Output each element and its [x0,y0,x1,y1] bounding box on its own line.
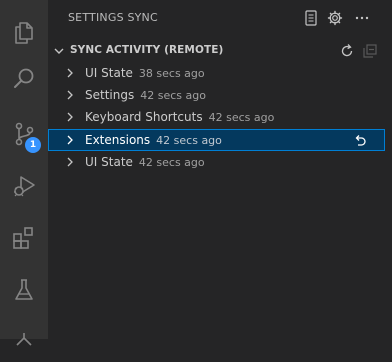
explorer-button[interactable] [0,8,48,56]
tree-item-description: 38 secs ago [138,66,205,80]
tree-item-description: 42 secs ago [140,88,206,102]
tree-item-description: 42 secs ago [208,110,275,124]
source-control-button[interactable]: 1 [0,110,48,158]
sync-activity-section-header[interactable]: SYNC ACTIVITY (REMOTE) [48,40,392,62]
extensions-icon [13,227,33,249]
chevron-right-icon [67,157,73,167]
run-debug-icon [14,176,35,197]
run-debug-button[interactable] [0,162,48,210]
collapse-all-button[interactable] [361,42,379,60]
tree-item-selected[interactable]: Extensions 42 secs ago [48,129,385,151]
tree-item[interactable]: Settings 42 secs ago [48,84,385,106]
testing-icon [15,279,33,300]
source-control-badge: 1 [25,137,41,153]
settings-sync-sidebar: SETTINGS SYNC SYNC ACTIVITY (REMOTE) UI … [48,0,392,339]
chevron-right-icon [67,90,73,100]
chevron-down-icon [54,48,64,54]
restore-icon [355,135,366,146]
settings-button[interactable] [326,9,344,27]
tree-item-label: Keyboard Shortcuts [85,110,203,124]
tree-item[interactable]: UI State 38 secs ago [48,62,385,84]
settings-gear-icon [327,10,343,26]
more-actions-icon [355,16,369,20]
remote-explorer-button[interactable] [0,314,48,362]
more-actions-button[interactable] [353,9,371,27]
section-title: SYNC ACTIVITY (REMOTE) [70,44,224,56]
tree-item-label: Extensions [85,133,151,147]
search-icon [14,68,34,88]
chevron-right-icon [67,112,73,122]
tree-item-label: UI State [85,66,133,80]
extensions-button[interactable] [0,214,48,262]
testing-button[interactable] [0,266,48,314]
tree-item-label: Settings [85,88,135,102]
sidebar-title: SETTINGS SYNC [68,11,158,24]
activity-bar: 1 [0,0,48,346]
chevron-right-icon [67,135,73,145]
tree-item-label: UI State [85,155,133,169]
tree-item[interactable]: Keyboard Shortcuts 42 secs ago [48,106,385,128]
restore-button[interactable] [352,133,368,149]
show-log-button[interactable] [302,9,320,27]
tree-item-description: 42 secs ago [138,155,205,169]
chevron-right-icon [67,68,73,78]
tree-item[interactable]: UI State 42 secs ago [48,151,385,173]
tree-item-description: 42 secs ago [156,133,222,147]
show-log-icon [305,10,317,26]
files-icon [15,22,33,44]
sidebar-header: SETTINGS SYNC [48,0,392,35]
collapse-all-icon [363,44,377,58]
remote-icon [16,333,32,346]
refresh-button[interactable] [338,42,356,60]
search-button[interactable] [0,55,48,103]
refresh-icon [341,44,353,57]
